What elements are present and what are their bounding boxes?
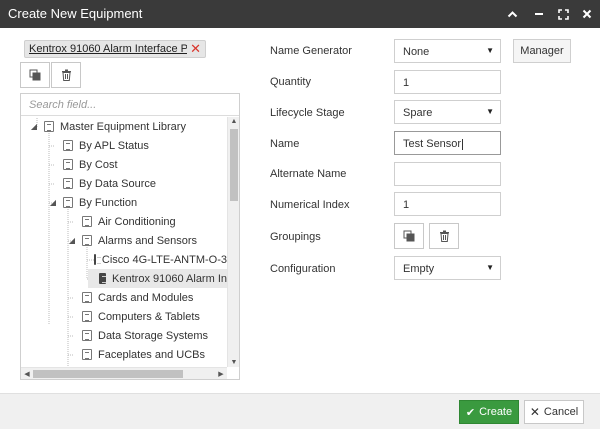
tree-vertical-scrollbar[interactable]: ▲ ▼ <box>227 117 239 367</box>
tree-item[interactable]: By Cost <box>48 155 118 174</box>
copy-icon <box>29 69 41 81</box>
tree-item-label: Faceplates and UCBs <box>98 348 205 361</box>
text-cursor <box>462 138 464 150</box>
folder-icon <box>82 311 92 322</box>
create-button[interactable]: ✔ Create <box>459 400 519 424</box>
name-generator-label: Name Generator <box>270 45 352 57</box>
folder-icon <box>82 235 92 246</box>
numerical-index-label: Numerical Index <box>270 199 350 211</box>
tree-item[interactable]: Cisco 4G-LTE-ANTM-O-3 <box>88 250 227 269</box>
folder-icon <box>63 197 73 208</box>
tree-item-label: By Cost <box>79 158 118 171</box>
check-icon: ✔ <box>465 406 476 419</box>
collapse-arrow-icon[interactable]: ◢ <box>48 198 58 207</box>
tree-item-label: Cisco 4G-LTE-ANTM-O-3 <box>101 253 227 266</box>
folder-icon <box>82 349 92 360</box>
tree-item-label: Alarms and Sensors <box>98 234 198 247</box>
folder-icon <box>63 159 73 170</box>
close-icon[interactable] <box>575 0 599 28</box>
tree-item[interactable]: ◢ Master Equipment Library <box>29 117 186 136</box>
configuration-select[interactable]: Empty <box>394 256 501 280</box>
minimize-icon[interactable] <box>527 0 551 28</box>
tree-search-input[interactable]: Search field... <box>21 94 239 116</box>
tree-item[interactable]: By Data Source <box>48 174 156 193</box>
delete-button[interactable] <box>51 62 81 88</box>
scrollbar-thumb[interactable] <box>33 370 183 378</box>
tree-item-label: Data Storage Systems <box>98 329 209 342</box>
collapse-arrow-icon[interactable]: ◢ <box>67 236 77 245</box>
scroll-right-icon[interactable]: ▶ <box>215 370 227 378</box>
tree-item[interactable]: By APL Status <box>48 136 149 155</box>
copy-icon <box>403 230 415 242</box>
tree-horizontal-scrollbar[interactable]: ◀ ▶ <box>21 367 227 379</box>
groupings-label: Groupings <box>270 231 321 243</box>
scroll-left-icon[interactable]: ◀ <box>21 370 33 378</box>
tree-item[interactable]: Computers & Tablets <box>67 307 200 326</box>
tree-item[interactable]: Cards and Modules <box>67 288 193 307</box>
tree-item-label: Computers & Tablets <box>98 310 200 323</box>
tree-item-label: By APL Status <box>79 139 149 152</box>
scrollbar-thumb[interactable] <box>230 129 238 201</box>
selected-equipment-link[interactable]: Kentrox 91060 Alarm Interface P... <box>29 43 187 55</box>
quantity-label: Quantity <box>270 76 311 88</box>
scroll-down-icon[interactable]: ▼ <box>228 359 240 366</box>
equipment-tree-panel: Search field... ◢ Master Equipment Libra… <box>20 93 240 380</box>
folder-icon <box>82 216 92 227</box>
tree-item[interactable]: Air Conditioning <box>67 212 176 231</box>
groupings-delete-button[interactable] <box>429 223 459 249</box>
folder-icon <box>82 292 92 303</box>
collapse-arrow-icon[interactable]: ◢ <box>29 122 39 131</box>
trash-icon <box>61 69 71 81</box>
trash-icon <box>439 230 449 242</box>
folder-icon <box>82 330 92 341</box>
window-title: Create New Equipment <box>8 6 143 21</box>
alternate-name-input[interactable] <box>394 162 501 186</box>
tree-item[interactable]: ◢ By Function <box>48 193 137 212</box>
copy-button[interactable] <box>20 62 50 88</box>
lifecycle-stage-select[interactable]: Spare <box>394 100 501 124</box>
tree-item[interactable]: ◢ Alarms and Sensors <box>67 231 197 250</box>
tree-item-selected[interactable]: Kentrox 91060 Alarm In <box>88 269 227 288</box>
tree-item-label: Air Conditioning <box>98 215 176 228</box>
quantity-input[interactable]: 1 <box>394 70 501 94</box>
tree-rows: ◢ Master Equipment Library By APL Status… <box>21 117 227 367</box>
alternate-name-label: Alternate Name <box>270 168 347 180</box>
tree-item-label: By Function <box>79 196 138 209</box>
name-label: Name <box>270 138 300 150</box>
equipment-icon <box>93 254 102 265</box>
tree-item-label: Kentrox 91060 Alarm In <box>112 272 227 285</box>
tree-item-label: Master Equipment Library <box>60 120 186 133</box>
folder-icon <box>63 140 73 151</box>
folder-icon <box>63 178 73 189</box>
close-icon: ✕ <box>529 405 540 419</box>
numerical-index-input[interactable]: 1 <box>394 192 501 216</box>
cancel-button[interactable]: ✕ Cancel <box>524 400 584 424</box>
groupings-copy-button[interactable] <box>394 223 424 249</box>
folder-icon <box>44 121 54 132</box>
manager-button[interactable]: Manager <box>513 39 571 63</box>
scroll-up-icon[interactable]: ▲ <box>228 118 240 125</box>
tree-item[interactable]: Faceplates and UCBs <box>67 345 205 364</box>
configuration-label: Configuration <box>270 263 336 275</box>
expand-icon[interactable] <box>551 0 575 28</box>
chevron-up-icon[interactable] <box>500 0 524 28</box>
name-input[interactable]: Test Sensor <box>394 131 501 155</box>
name-generator-select[interactable]: None <box>394 39 501 63</box>
equipment-icon <box>99 273 107 284</box>
tree-item-label: Cards and Modules <box>98 291 194 304</box>
tree-item[interactable]: Data Storage Systems <box>67 326 208 345</box>
tree-item-label: By Data Source <box>79 177 157 190</box>
remove-tag-icon[interactable]: ✕ <box>190 41 201 57</box>
selected-equipment-tag: Kentrox 91060 Alarm Interface P... ✕ <box>24 40 206 58</box>
lifecycle-stage-label: Lifecycle Stage <box>270 107 345 119</box>
window-titlebar: Create New Equipment <box>0 0 600 28</box>
